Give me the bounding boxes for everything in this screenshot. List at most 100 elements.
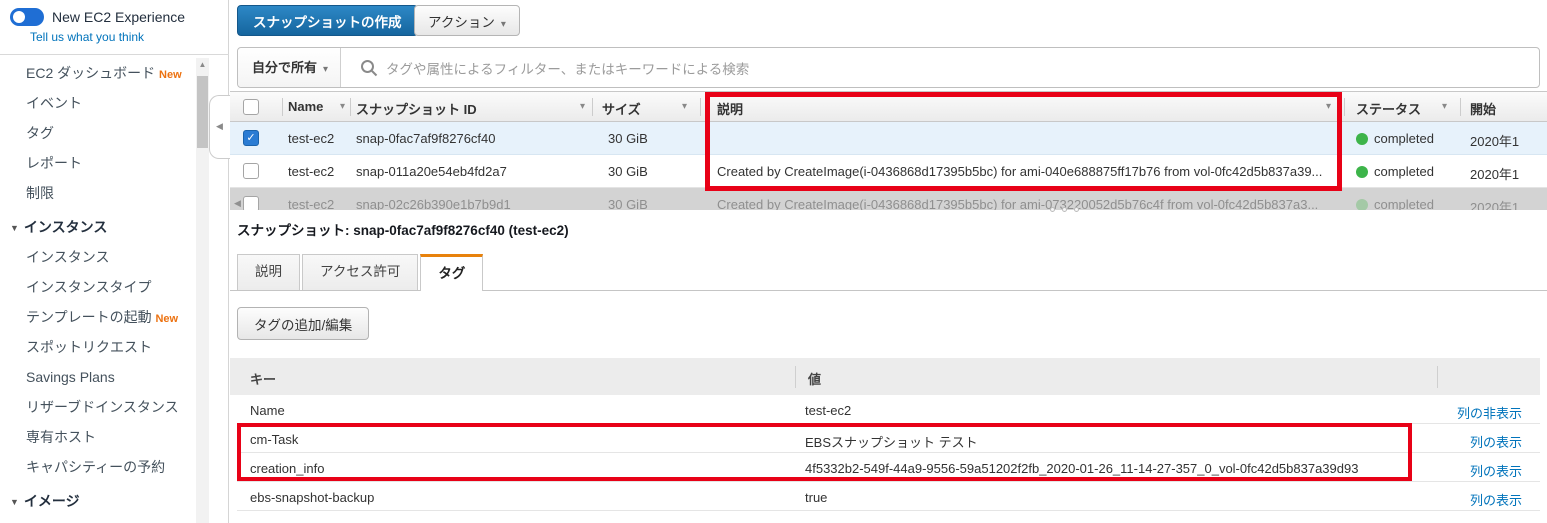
sidebar-item[interactable]: タグ	[0, 118, 190, 148]
select-all-checkbox[interactable]	[243, 99, 259, 115]
snapshot-table-header: Name ▾ スナップショット ID ▾ サイズ ▾ 説明 ▾ ステータス ▾ …	[230, 91, 1547, 122]
cell-snapshot-id: snap-02c26b390e1b7b9d1	[356, 197, 511, 210]
sidebar-scrollbar[interactable]: ▲	[196, 58, 209, 523]
sort-icon[interactable]: ▾	[1442, 101, 1447, 112]
cell-start-date: 2020年1	[1470, 200, 1520, 210]
col-header-status[interactable]: ステータス	[1356, 99, 1421, 118]
table-row[interactable]: test-ec2 snap-011a20e54eb4fd2a7 30 GiB Crea…	[230, 155, 1547, 188]
cell-description: Created by CreateImage(i-0436868d17395b5…	[717, 197, 1319, 210]
sidebar-nav: EC2 ダッシュボード New イベント タグ レポート 制限 ▼ インスタンス インスタンス…	[0, 58, 190, 523]
tag-key: Name	[250, 403, 285, 418]
column-visibility-link[interactable]: 列の表示	[1470, 461, 1522, 480]
column-visibility-link[interactable]: 列の表示	[1470, 490, 1522, 509]
detail-tab[interactable]: アクセス許可	[302, 254, 419, 290]
sort-icon[interactable]: ▾	[340, 101, 345, 112]
hscroll-left-icon[interactable]: ◀	[234, 198, 241, 209]
section-caret-icon: ▼	[10, 223, 19, 233]
status-ok-icon	[1356, 166, 1368, 178]
collapse-left-icon: ◀	[216, 121, 223, 131]
section-caret-icon: ▼	[10, 497, 19, 507]
toggle-knob	[13, 11, 25, 23]
cell-status: completed	[1374, 164, 1434, 179]
panel-resize-handle[interactable]	[1050, 207, 1086, 212]
owner-filter-dropdown[interactable]: 自分で所有 ▾	[238, 48, 342, 87]
create-snapshot-button[interactable]: スナップショットの作成	[237, 5, 418, 36]
sidebar-item-label: 専有ホスト	[26, 429, 96, 445]
cell-snapshot-id: snap-011a20e54eb4fd2a7	[356, 164, 507, 179]
sidebar-item[interactable]: AMI	[0, 516, 190, 523]
sidebar-item[interactable]: 専有ホスト	[0, 422, 190, 452]
row-checkbox[interactable]	[243, 163, 259, 179]
cell-start-date: 2020年1	[1470, 134, 1520, 149]
col-header-start[interactable]: 開始	[1470, 99, 1496, 118]
scroll-up-icon[interactable]: ▲	[196, 60, 209, 69]
sidebar-item[interactable]: テンプレートの起動 New	[0, 302, 190, 332]
sidebar-section[interactable]: ▼ イメージ	[0, 486, 190, 516]
tag-table: キー 値 Name test-ec2 列の非表示 cm-Task EBSスナップショット…	[230, 357, 1547, 511]
col-header-size[interactable]: サイズ	[602, 99, 641, 118]
snapshot-table: Name ▾ スナップショット ID ▾ サイズ ▾ 説明 ▾ ステータス ▾ …	[230, 91, 1547, 210]
sidebar-item[interactable]: インスタンス	[0, 242, 190, 272]
sidebar-item[interactable]: キャパシティーの予約	[0, 452, 190, 482]
sidebar-item-label: イベント	[26, 95, 82, 111]
cell-status: completed	[1374, 197, 1434, 210]
sidebar: New EC2 Experience Tell us what you thin…	[0, 0, 230, 523]
sidebar-divider	[0, 54, 229, 55]
new-experience-toggle[interactable]	[10, 8, 44, 26]
sidebar-item-label: タグ	[26, 125, 54, 141]
sort-icon[interactable]: ▾	[1326, 101, 1331, 112]
sidebar-item[interactable]: Savings Plans	[0, 362, 190, 392]
row-checkbox[interactable]: ✓	[243, 130, 259, 146]
col-header-name[interactable]: Name	[288, 99, 323, 114]
sidebar-item[interactable]: リザーブドインスタンス	[0, 392, 190, 422]
search-input[interactable]: タグや属性によるフィルター、またはキーワードによる検索	[348, 48, 749, 87]
new-badge: New	[155, 313, 179, 325]
sidebar-item[interactable]: イベント	[0, 88, 190, 118]
tag-table-header: キー 値	[230, 358, 1540, 395]
tag-value: true	[805, 490, 828, 505]
sidebar-item-label: Savings Plans	[26, 369, 115, 385]
sidebar-item-label: キャパシティーの予約	[26, 459, 166, 475]
actions-button[interactable]: アクション ▾	[414, 5, 520, 36]
add-edit-tags-button[interactable]: タグの追加/編集	[237, 307, 370, 340]
ec2-snapshots-page: New EC2 Experience Tell us what you thin…	[0, 0, 1547, 523]
col-header-snapshot-id[interactable]: スナップショット ID	[356, 99, 477, 118]
cell-description: Created by CreateImage(i-0436868d17395b5…	[717, 164, 1323, 179]
detail-tab[interactable]: 説明	[237, 254, 300, 290]
table-row[interactable]: ✓ test-ec2 snap-0fac7af9f8276cf40 30 GiB com…	[230, 122, 1547, 155]
chevron-down-icon: ▾	[500, 18, 506, 30]
scrollbar-thumb[interactable]	[197, 76, 208, 148]
new-experience-label: New EC2 Experience	[52, 9, 186, 25]
cell-status: completed	[1374, 131, 1434, 146]
sidebar-item[interactable]: インスタンスタイプ	[0, 272, 190, 302]
sidebar-item[interactable]: レポート	[0, 148, 190, 178]
cell-size: 30 GiB	[608, 197, 648, 210]
row-checkbox[interactable]	[243, 196, 259, 210]
col-header-description[interactable]: 説明	[717, 99, 743, 118]
sidebar-item[interactable]: EC2 ダッシュボード New	[0, 58, 190, 88]
sidebar-item[interactable]: スポットリクエスト	[0, 332, 190, 362]
sort-icon[interactable]: ▾	[682, 101, 687, 112]
status-ok-icon	[1356, 133, 1368, 145]
actions-button-label: アクション	[428, 14, 495, 30]
tag-col-header-key: キー	[250, 372, 277, 387]
sidebar-item-label: EC2 ダッシュボード	[26, 65, 156, 81]
table-row[interactable]: ◀ test-ec2 snap-02c26b390e1b7b9d1 30 GiB Cre…	[230, 188, 1547, 210]
column-visibility-link[interactable]: 列の非表示	[1457, 403, 1522, 422]
detail-tab[interactable]: タグ	[420, 254, 484, 291]
tag-value: 4f5332b2-549f-44a9-9556-59a51202f2fb_202…	[805, 461, 1359, 476]
column-visibility-link[interactable]: 列の表示	[1470, 432, 1522, 451]
search-icon	[361, 59, 378, 76]
feedback-link[interactable]: Tell us what you think	[30, 30, 144, 44]
sidebar-section[interactable]: ▼ インスタンス	[0, 212, 190, 242]
cell-size: 30 GiB	[608, 164, 648, 179]
sidebar-item-label: レポート	[26, 155, 82, 171]
sidebar-collapse-tab[interactable]: ◀	[209, 95, 230, 159]
owner-filter-label: 自分で所有	[252, 60, 318, 75]
cell-start-date: 2020年1	[1470, 167, 1520, 182]
cell-snapshot-id: snap-0fac7af9f8276cf40	[356, 131, 496, 146]
tag-row: ebs-snapshot-backup true 列の表示	[237, 482, 1540, 511]
sort-icon[interactable]: ▾	[580, 101, 585, 112]
tag-value: test-ec2	[805, 403, 852, 418]
sidebar-item[interactable]: 制限	[0, 178, 190, 208]
